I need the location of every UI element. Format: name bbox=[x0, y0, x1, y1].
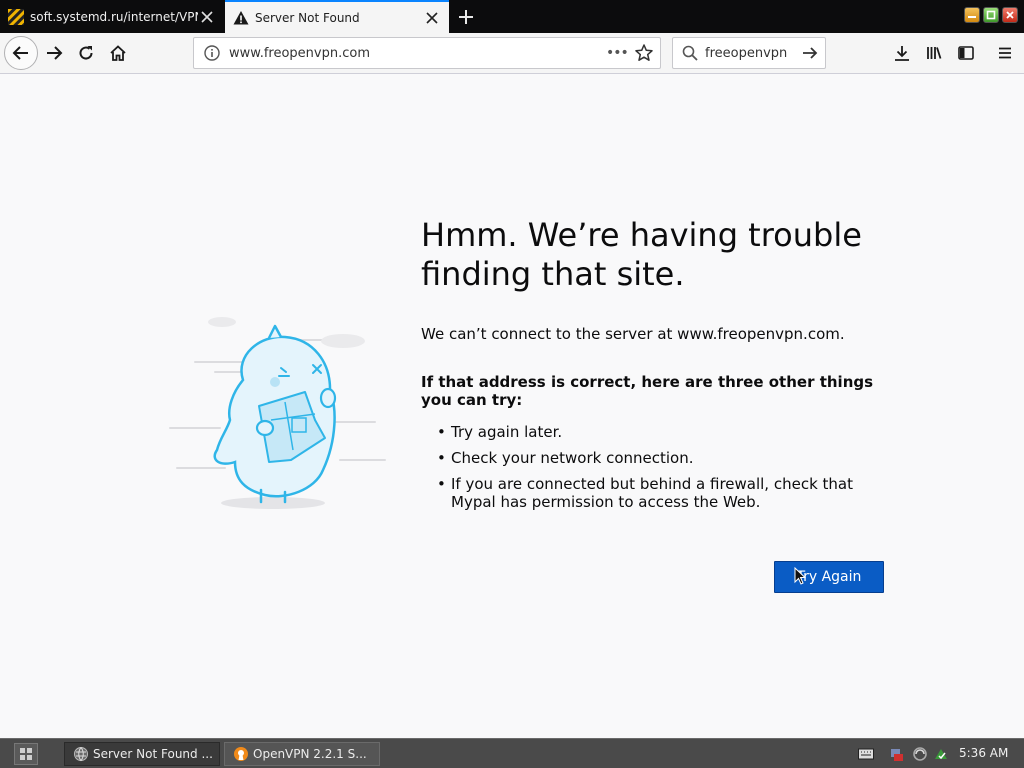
navigation-toolbar: www.freopenvpn.com ••• bbox=[0, 33, 1024, 74]
warning-icon bbox=[233, 10, 249, 24]
close-tab-icon[interactable] bbox=[423, 9, 441, 27]
network-vpn-icon[interactable] bbox=[890, 745, 908, 763]
minimize-button[interactable] bbox=[964, 7, 980, 23]
close-window-button[interactable] bbox=[1002, 7, 1018, 23]
tab-title: soft.systemd.ru/internet/VPN bbox=[30, 9, 198, 24]
error-title: Hmm. We’re having trouble finding that s… bbox=[421, 216, 862, 293]
close-tab-icon[interactable] bbox=[198, 8, 216, 26]
taskbar: Server Not Found ... OpenVPN 2.2.1 S... … bbox=[0, 738, 1024, 768]
search-go-arrow-icon[interactable] bbox=[799, 42, 821, 64]
striped-hazard-icon bbox=[8, 8, 24, 25]
grid-icon bbox=[20, 748, 32, 760]
tab-strip: soft.systemd.ru/internet/VPN Server Not … bbox=[0, 0, 1024, 33]
suggestions-heading: If that address is correct, here are thr… bbox=[421, 373, 874, 409]
list-item: Check your network connection. bbox=[437, 449, 877, 467]
bookmark-star-icon[interactable] bbox=[634, 43, 654, 63]
error-description: We can’t connect to the server at www.fr… bbox=[421, 325, 845, 343]
search-bar[interactable] bbox=[672, 37, 826, 69]
keyboard-layout-tray[interactable] bbox=[858, 743, 876, 765]
clock[interactable]: 5:36 AM bbox=[959, 746, 1008, 760]
close-icon bbox=[1006, 11, 1014, 19]
update-shield-icon[interactable] bbox=[932, 745, 950, 763]
sidebar-button[interactable] bbox=[954, 41, 978, 65]
system-tray bbox=[890, 743, 950, 765]
taskbar-item-browser[interactable]: Server Not Found ... bbox=[64, 742, 220, 766]
address-bar[interactable]: www.freopenvpn.com ••• bbox=[193, 37, 661, 69]
keyboard-icon bbox=[858, 748, 874, 760]
tab-server-not-found[interactable]: Server Not Found bbox=[225, 0, 449, 33]
window-controls bbox=[964, 7, 1018, 23]
reload-button[interactable] bbox=[70, 37, 102, 69]
list-item: Try again later. bbox=[437, 423, 877, 441]
back-arrow-icon bbox=[12, 46, 28, 60]
back-button[interactable] bbox=[4, 36, 38, 70]
download-icon bbox=[895, 46, 909, 61]
forward-button[interactable] bbox=[38, 37, 70, 69]
openvpn-icon bbox=[234, 747, 248, 761]
try-again-button[interactable]: Try Again bbox=[774, 561, 884, 593]
reload-icon bbox=[79, 46, 93, 60]
search-input[interactable] bbox=[705, 45, 799, 61]
home-icon bbox=[110, 45, 126, 61]
maximize-icon bbox=[986, 10, 996, 20]
maximize-button[interactable] bbox=[983, 7, 999, 23]
sidebar-icon bbox=[958, 46, 974, 60]
menu-button[interactable] bbox=[993, 41, 1017, 65]
home-button[interactable] bbox=[102, 37, 134, 69]
task-label: Server Not Found ... bbox=[93, 747, 213, 761]
forward-arrow-icon bbox=[47, 46, 63, 60]
minimize-icon bbox=[968, 16, 976, 18]
taskbar-item-openvpn[interactable]: OpenVPN 2.2.1 S... bbox=[224, 742, 380, 766]
library-icon bbox=[927, 47, 942, 59]
tab-title: Server Not Found bbox=[255, 10, 360, 25]
url-text[interactable]: www.freopenvpn.com bbox=[229, 46, 606, 61]
tab-soft-systemd[interactable]: soft.systemd.ru/internet/VPN bbox=[0, 0, 224, 33]
browser-icon bbox=[74, 747, 88, 762]
library-button[interactable] bbox=[922, 41, 946, 65]
info-icon[interactable] bbox=[203, 44, 221, 62]
task-label: OpenVPN 2.2.1 S... bbox=[253, 747, 367, 761]
downloads-button[interactable] bbox=[890, 41, 914, 65]
start-button[interactable] bbox=[14, 743, 38, 765]
page-actions-icon[interactable]: ••• bbox=[606, 45, 629, 61]
hamburger-menu-icon bbox=[999, 47, 1011, 59]
confused-monster-illustration bbox=[169, 317, 386, 509]
network-icon[interactable] bbox=[911, 745, 929, 763]
error-page: Hmm. We’re having trouble finding that s… bbox=[0, 75, 1024, 738]
new-tab-button[interactable] bbox=[454, 5, 478, 29]
list-item: If you are connected but behind a firewa… bbox=[437, 475, 877, 511]
search-icon bbox=[682, 45, 698, 61]
suggestions-list: Try again later. Check your network conn… bbox=[437, 423, 877, 519]
plus-icon bbox=[459, 10, 473, 24]
